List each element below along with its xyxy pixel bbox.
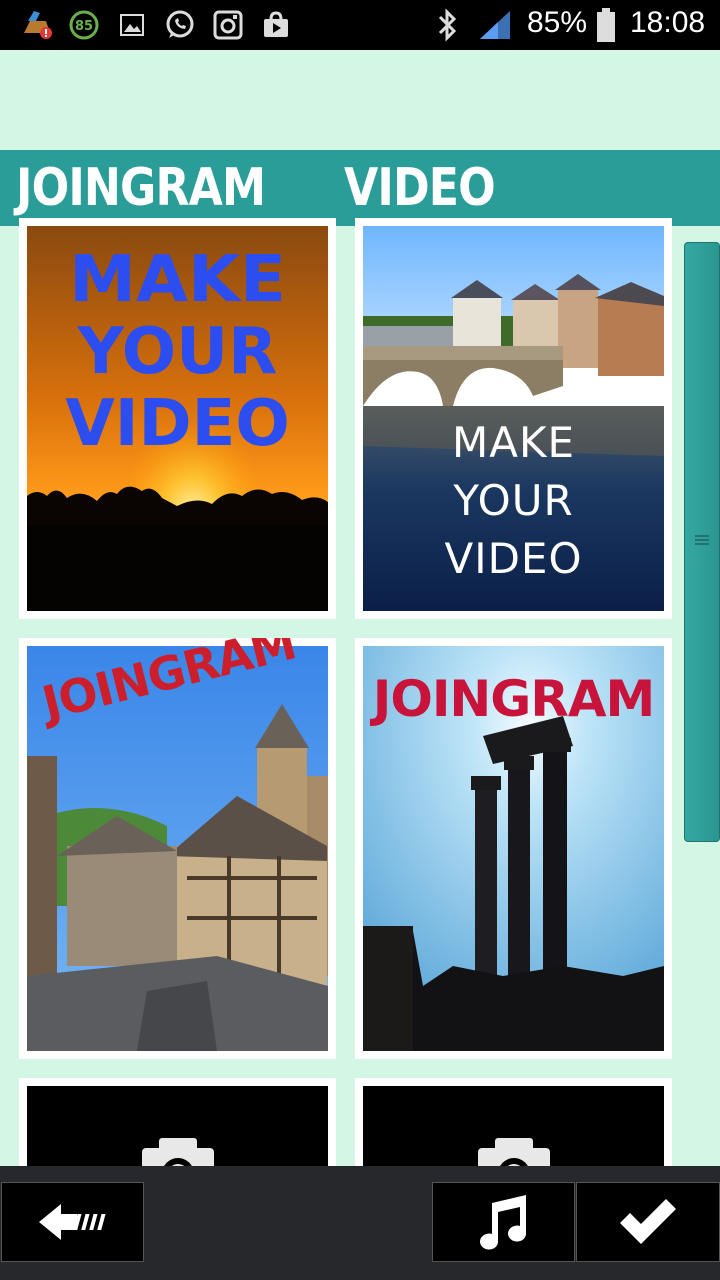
battery-icon [594,8,618,42]
overlay-text-make-your-video: MAKE YOUR VIDEO [27,244,328,460]
overlay-line-3: VIDEO [65,387,290,461]
checkmark-icon [620,1199,676,1244]
gallery-icon [120,9,144,41]
overlay-line-2: YOUR [77,315,278,389]
badge-number: 85 [75,19,93,34]
title-video: VIDEO [344,158,496,218]
app-title-bar: JOINGRAM VIDEO [0,150,720,226]
back-button[interactable] [1,1182,144,1262]
template-tile-river-town[interactable]: MAKE YOUR VIDEO [355,218,672,619]
bluetooth-icon [434,8,460,42]
play-store-icon [262,9,290,41]
whatsapp-icon [164,9,196,41]
signal-icon [478,9,514,41]
overlay-line-1: MAKE [69,243,286,317]
template-tile-columns[interactable]: JOINGRAM [355,638,672,1059]
scroll-grip-icon [695,535,709,545]
back-arrow-icon [38,1204,106,1240]
battery-saver-icon: 85 [68,9,100,41]
clock: 18:08 [630,6,706,39]
vertical-scrollbar[interactable] [684,242,720,842]
template-tile-sunset[interactable]: MAKE YOUR VIDEO [19,218,336,619]
confirm-button[interactable] [576,1182,720,1262]
title-joingram: JOINGRAM [16,158,266,218]
cleaner-icon [20,9,54,41]
overlay-text-make-your-video-white: MAKE YOUR VIDEO [363,414,664,588]
music-note-icon [479,1195,526,1250]
status-bar: 85 85% 18:08 [0,0,720,50]
battery-percent: 85% [527,6,588,39]
overlay-line-2: YOUR [453,476,574,525]
bottom-action-bar [0,1166,720,1280]
overlay-line-3: VIDEO [444,534,583,583]
overlay-line-1: MAKE [451,418,576,467]
template-tile-village[interactable]: JOINGRAM [19,638,336,1059]
overlay-text-joingram-crimson: JOINGRAM [372,670,656,728]
instagram-icon [212,9,244,41]
music-button[interactable] [432,1182,575,1262]
